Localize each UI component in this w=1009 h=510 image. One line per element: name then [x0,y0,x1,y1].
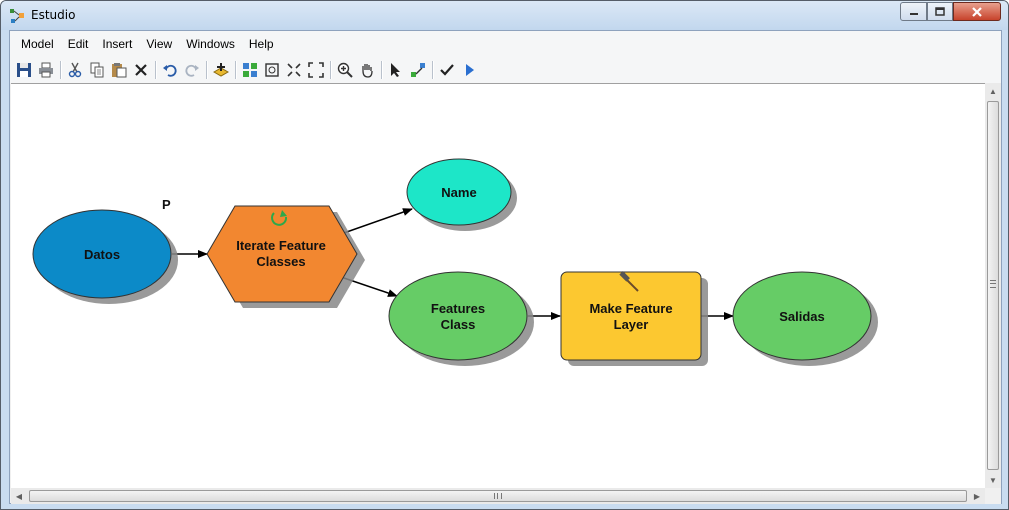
features-class-ellipse [388,271,528,361]
full-extent-button[interactable] [261,59,283,81]
scroll-down-arrow[interactable]: ▼ [985,472,1001,488]
toolbar [10,57,1001,83]
horizontal-scrollbar[interactable]: ◀ ▶ [11,488,985,504]
save-icon [17,63,31,77]
auto-layout-button[interactable] [239,59,261,81]
toolbar-separator [330,61,331,79]
select-icon [391,63,400,77]
toolbar-separator [206,61,207,79]
menu-insert[interactable]: Insert [95,35,139,53]
model-diagram: P Datos Iterate Feature Classes Name Fea… [32,158,878,366]
node-salidas[interactable]: Salidas [732,271,878,366]
toolbar-separator [155,61,156,79]
redo-button[interactable] [181,59,203,81]
undo-icon [163,64,177,77]
datos-label: Datos [84,247,120,262]
close-button[interactable] [953,2,1001,21]
add-data-icon [213,63,229,77]
menu-edit[interactable]: Edit [61,35,96,53]
grip-icon [494,493,502,499]
iterate-label-line2: Classes [256,254,305,269]
toolbar-separator [235,61,236,79]
vertical-scroll-thumb[interactable] [987,101,999,470]
minimize-button[interactable] [900,2,927,21]
delete-icon [135,64,147,76]
scroll-up-arrow[interactable]: ▲ [985,83,1001,99]
vertical-scrollbar[interactable]: ▲ ▼ [985,83,1001,488]
validate-button[interactable] [436,59,458,81]
cut-icon [68,62,82,78]
node-name[interactable]: Name [406,158,517,231]
horizontal-scroll-thumb[interactable] [29,490,967,502]
menu-help[interactable]: Help [242,35,281,53]
menu-view[interactable]: View [139,35,179,53]
fit-icon [287,63,301,77]
minimize-icon [909,12,918,15]
menu-model[interactable]: Model [14,35,61,53]
pan-button[interactable] [356,59,378,81]
zoom-in-icon [337,62,353,78]
fit-button[interactable] [283,59,305,81]
zoom-extent-button[interactable] [305,59,327,81]
toolbar-separator [432,61,433,79]
save-button[interactable] [13,59,35,81]
model-builder-icon [10,9,24,23]
connector-iterate-name[interactable] [340,208,413,235]
run-icon [466,64,474,76]
cut-button[interactable] [64,59,86,81]
connect-icon [411,63,425,77]
menu-bar: Model Edit Insert View Windows Help [10,31,1001,57]
features-class-label-line2: Class [441,317,476,332]
print-button[interactable] [35,59,57,81]
scrollbar-corner [985,488,1001,504]
scroll-right-arrow[interactable]: ▶ [969,488,985,504]
select-button[interactable] [385,59,407,81]
undo-button[interactable] [159,59,181,81]
print-icon [39,62,53,78]
auto-layout-icon [243,63,257,77]
node-iterate-feature-classes[interactable]: Iterate Feature Classes [206,205,365,308]
paste-button[interactable] [108,59,130,81]
pan-icon [362,64,373,78]
copy-button[interactable] [86,59,108,81]
run-button[interactable] [458,59,480,81]
toolbar-separator [60,61,61,79]
maximize-icon [935,7,945,16]
delete-button[interactable] [130,59,152,81]
model-window: Estudio Model Edit Insert View Windows H… [0,0,1009,510]
scroll-left-arrow[interactable]: ◀ [11,488,27,504]
iterate-label-line1: Iterate Feature [236,238,326,253]
connect-button[interactable] [407,59,429,81]
make-feature-layer-label-line1: Make Feature [589,301,672,316]
grip-icon [990,280,996,288]
window-title: Estudio [31,8,76,22]
zoom-extent-icon [308,62,324,78]
close-icon [972,6,982,17]
redo-icon [185,64,199,77]
paste-icon [112,63,127,78]
node-features-class[interactable]: Features Class [388,271,534,366]
validate-icon [440,64,454,76]
menu-windows[interactable]: Windows [179,35,242,53]
name-label: Name [441,185,476,200]
salidas-label: Salidas [779,309,825,324]
client-area: Model Edit Insert View Windows Help P Da… [9,30,1002,504]
node-make-feature-layer[interactable]: Make Feature Layer [560,271,708,366]
maximize-button[interactable] [927,2,953,21]
features-class-label-line1: Features [431,301,485,316]
add-data-button[interactable] [210,59,232,81]
title-bar[interactable]: Estudio [1,1,1008,30]
parameter-marker: P [162,197,171,212]
model-canvas[interactable]: P Datos Iterate Feature Classes Name Fea… [11,83,985,488]
copy-icon [90,62,104,78]
zoom-in-button[interactable] [334,59,356,81]
full-extent-icon [265,63,279,77]
make-feature-layer-label-line2: Layer [614,317,649,332]
toolbar-separator [381,61,382,79]
node-datos[interactable]: Datos [32,209,178,304]
